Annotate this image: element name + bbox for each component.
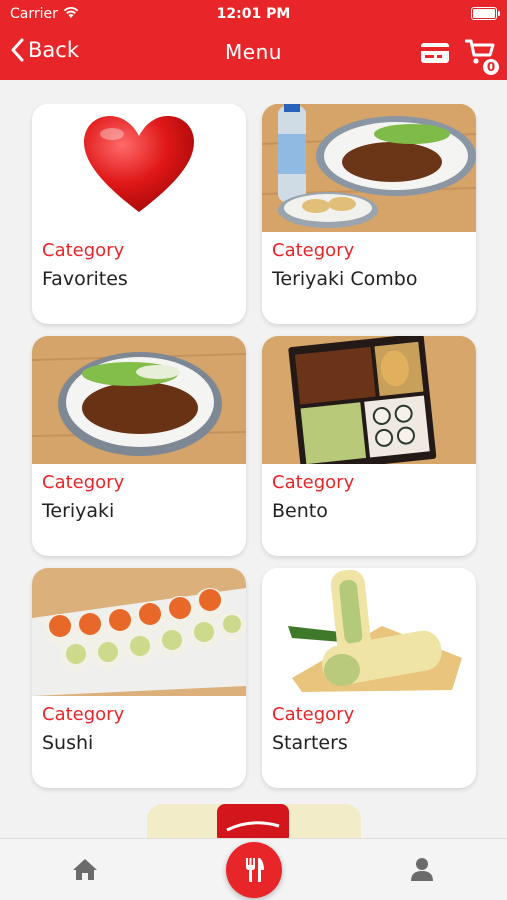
category-name: Bento <box>272 500 328 522</box>
bento-photo <box>262 336 476 464</box>
heart-icon <box>84 116 194 212</box>
home-icon[interactable] <box>71 857 99 881</box>
teriyaki-combo-image <box>262 104 476 232</box>
teriyaki-image <box>32 336 246 464</box>
category-card-sushi[interactable]: Category Sushi <box>32 568 246 788</box>
header-bar: Carrier 12:01 PM Back Menu 0 <box>0 0 507 80</box>
category-card-teriyaki-combo[interactable]: Category Teriyaki Combo <box>262 104 476 324</box>
sushi-image <box>32 568 246 696</box>
category-label: Category <box>42 240 125 261</box>
category-name: Starters <box>272 732 348 754</box>
favorites-image <box>32 104 246 232</box>
cart-count-badge: 0 <box>481 57 501 77</box>
category-card-starters[interactable]: Category Starters <box>262 568 476 788</box>
credit-card-icon[interactable] <box>420 42 450 64</box>
starters-photo <box>262 568 476 696</box>
category-label: Category <box>272 704 355 725</box>
category-label: Category <box>42 472 125 493</box>
category-card-favorites[interactable]: Category Favorites <box>32 104 246 324</box>
starters-image <box>262 568 476 696</box>
category-card-bento[interactable]: Category Bento <box>262 336 476 556</box>
status-bar: Carrier 12:01 PM <box>0 0 507 28</box>
teriyaki-photo <box>32 336 246 464</box>
category-grid: Category Favorites Category Teriyaki Com… <box>0 104 507 838</box>
category-name: Teriyaki <box>42 500 115 522</box>
nav-bar: Back Menu 0 <box>0 30 507 77</box>
category-name: Favorites <box>42 268 128 290</box>
sushi-photo <box>32 568 246 696</box>
category-label: Category <box>272 472 355 493</box>
person-icon[interactable] <box>409 856 435 882</box>
bento-image <box>262 336 476 464</box>
category-label: Category <box>42 704 125 725</box>
battery-icon <box>471 7 500 20</box>
category-card-teriyaki[interactable]: Category Teriyaki <box>32 336 246 556</box>
category-label: Category <box>272 240 355 261</box>
tab-bar <box>0 838 507 900</box>
category-name: Teriyaki Combo <box>272 268 418 290</box>
menu-tab-button[interactable] <box>226 842 282 898</box>
category-name: Sushi <box>42 732 94 754</box>
teriyaki-combo-photo <box>262 104 476 232</box>
clock: 12:01 PM <box>216 6 291 22</box>
soda-can-photo <box>147 804 361 838</box>
fork-knife-icon <box>246 858 264 882</box>
category-card-partial[interactable] <box>147 804 361 838</box>
